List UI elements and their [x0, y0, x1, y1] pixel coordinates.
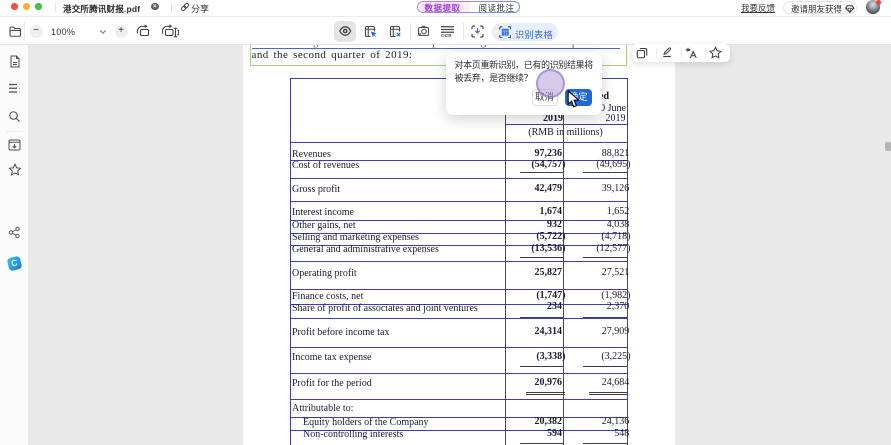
- svg-text:OCR: OCR: [441, 33, 452, 38]
